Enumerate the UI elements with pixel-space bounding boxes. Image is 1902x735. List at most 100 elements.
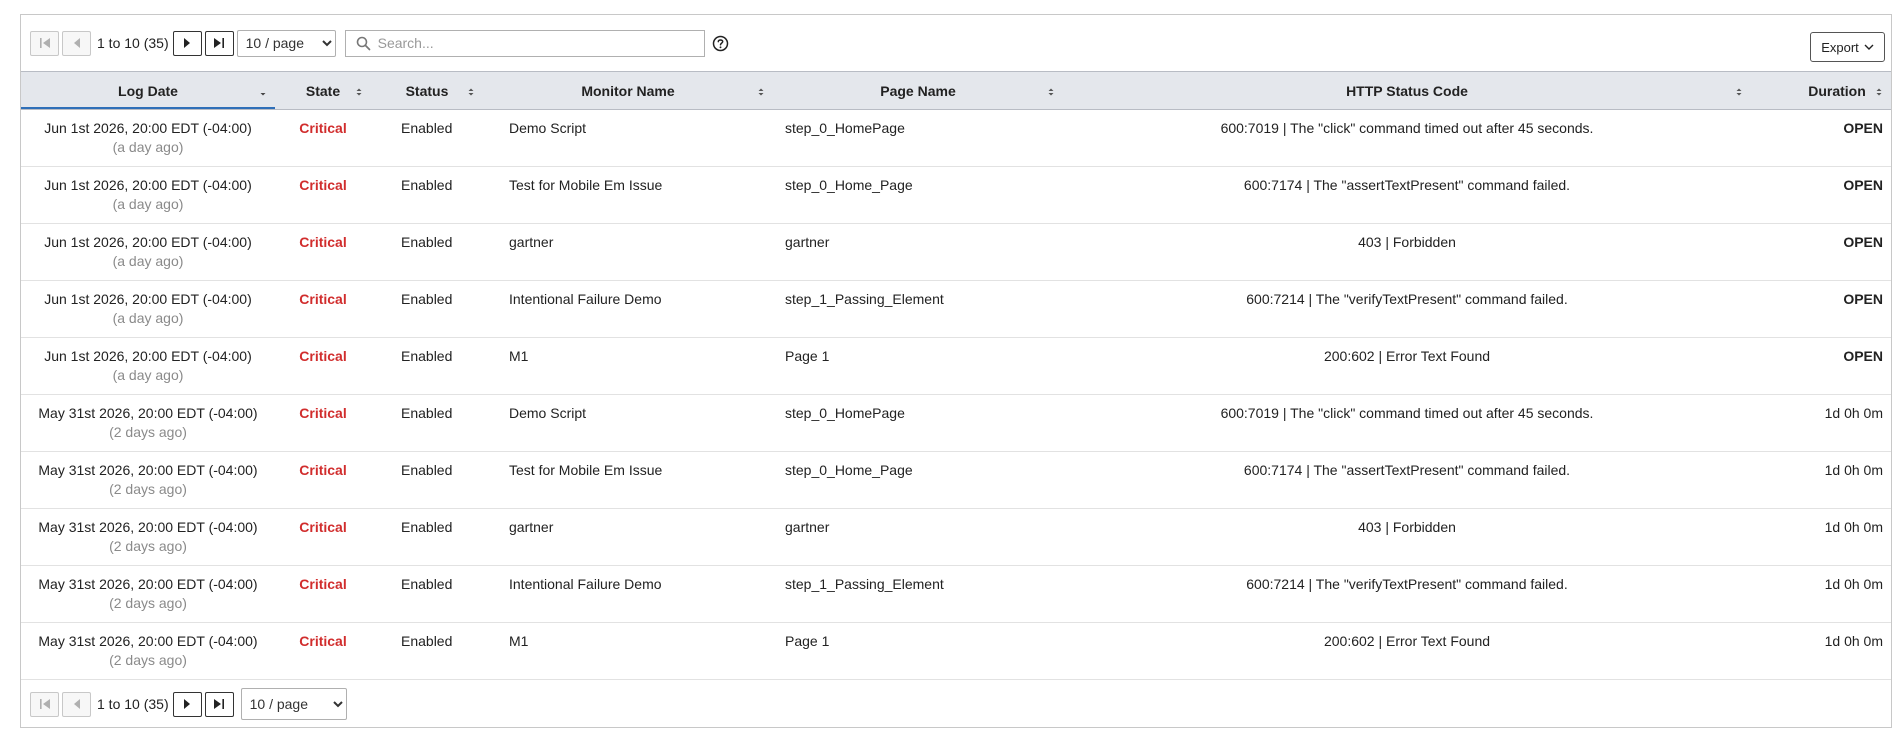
- sort-icon: [468, 88, 474, 96]
- last-page-button[interactable]: [204, 30, 234, 56]
- duration-cell: OPEN: [1843, 291, 1883, 307]
- http-status-cell: 600:7214 | The "verifyTextPresent" comma…: [1246, 576, 1568, 592]
- page-size-select[interactable]: 10 / page: [240, 688, 347, 720]
- page-size-select[interactable]: 10 / page: [236, 29, 336, 57]
- status-cell: Enabled: [401, 633, 453, 649]
- column-header-label: HTTP Status Code: [1346, 82, 1468, 99]
- table-row[interactable]: Jun 1st 2026, 20:00 EDT (-04:00) (a day a…: [21, 338, 1891, 395]
- table-row[interactable]: May 31st 2026, 20:00 EDT (-04:00) (2 days…: [21, 623, 1891, 680]
- monitor-name-cell: Intentional Failure Demo: [509, 576, 662, 592]
- state-cell: Critical: [299, 576, 347, 592]
- first-page-button[interactable]: [30, 30, 59, 56]
- log-date-text: Jun 1st 2026, 20:00 EDT (-04:00): [44, 348, 252, 364]
- bottom-pager: 1 to 10 (35) 10 / page: [21, 681, 1891, 727]
- log-date-text: May 31st 2026, 20:00 EDT (-04:00): [38, 519, 258, 535]
- status-cell: Enabled: [401, 177, 453, 193]
- page-range-text: 1 to 10 (35): [97, 696, 169, 712]
- log-date-cell: May 31st 2026, 20:00 EDT (-04:00) (2 days…: [21, 566, 275, 623]
- relative-time-text: (a day ago): [112, 310, 184, 326]
- table-row[interactable]: Jun 1st 2026, 20:00 EDT (-04:00) (a day a…: [21, 224, 1891, 281]
- sort-icon: [758, 88, 764, 96]
- log-date-cell: May 31st 2026, 20:00 EDT (-04:00) (2 days…: [21, 623, 275, 680]
- monitor-name-cell: Intentional Failure Demo: [509, 291, 662, 307]
- prev-page-button[interactable]: [62, 30, 91, 56]
- log-date-cell: May 31st 2026, 20:00 EDT (-04:00) (2 days…: [21, 452, 275, 509]
- search-input[interactable]: [377, 31, 698, 55]
- http-status-cell: 403 | Forbidden: [1358, 519, 1456, 535]
- sort-icon: [1048, 88, 1054, 96]
- first-page-button[interactable]: [30, 691, 59, 717]
- log-date-text: May 31st 2026, 20:00 EDT (-04:00): [38, 462, 258, 478]
- log-date-text: May 31st 2026, 20:00 EDT (-04:00): [38, 633, 258, 649]
- column-header-label: Page Name: [880, 82, 956, 99]
- relative-time-text: (a day ago): [112, 196, 184, 212]
- prev-page-icon: [73, 699, 80, 709]
- status-cell: Enabled: [401, 234, 453, 250]
- log-date-cell: May 31st 2026, 20:00 EDT (-04:00) (2 days…: [21, 395, 275, 452]
- page-name-cell: gartner: [785, 519, 830, 535]
- sort-desc-icon: [260, 93, 266, 96]
- http-status-cell: 600:7174 | The "assertTextPresent" comma…: [1243, 462, 1571, 478]
- next-page-icon: [184, 699, 191, 709]
- table-row[interactable]: May 31st 2026, 20:00 EDT (-04:00) (2 days…: [21, 452, 1891, 509]
- alert-log-table: Log Date State Status Monitor Name Page …: [21, 71, 1891, 680]
- monitor-name-cell: gartner: [509, 519, 554, 535]
- state-cell: Critical: [299, 234, 347, 250]
- column-header-page-name[interactable]: Page Name: [773, 71, 1063, 110]
- last-page-button[interactable]: [204, 691, 234, 717]
- column-header-label: State: [305, 82, 341, 99]
- prev-page-button[interactable]: [62, 691, 91, 717]
- table-body: Jun 1st 2026, 20:00 EDT (-04:00) (a day a…: [21, 110, 1891, 680]
- monitor-name-cell: Demo Script: [509, 405, 587, 421]
- column-header-monitor-name[interactable]: Monitor Name: [483, 71, 773, 110]
- state-cell: Critical: [299, 462, 347, 478]
- export-label: Export: [1821, 39, 1859, 55]
- export-button[interactable]: Export: [1810, 32, 1885, 62]
- duration-cell: OPEN: [1843, 177, 1883, 193]
- duration-cell: 1d 0h 0m: [1824, 405, 1883, 421]
- table-row[interactable]: May 31st 2026, 20:00 EDT (-04:00) (2 days…: [21, 509, 1891, 566]
- table-row[interactable]: Jun 1st 2026, 20:00 EDT (-04:00) (a day a…: [21, 281, 1891, 338]
- page-name-cell: Page 1: [785, 348, 830, 364]
- help-icon[interactable]: [712, 35, 729, 52]
- log-date-text: Jun 1st 2026, 20:00 EDT (-04:00): [44, 120, 252, 136]
- table-row[interactable]: Jun 1st 2026, 20:00 EDT (-04:00) (a day a…: [21, 110, 1891, 167]
- relative-time-text: (a day ago): [112, 367, 184, 383]
- column-header-label: Status: [405, 82, 449, 99]
- search-icon: [356, 36, 370, 50]
- state-cell: Critical: [299, 120, 347, 136]
- column-header-label: Duration: [1808, 82, 1866, 99]
- table-row[interactable]: Jun 1st 2026, 20:00 EDT (-04:00) (a day a…: [21, 167, 1891, 224]
- page-name-cell: gartner: [785, 234, 830, 250]
- sort-icon: [1876, 88, 1882, 96]
- table-row[interactable]: May 31st 2026, 20:00 EDT (-04:00) (2 days…: [21, 395, 1891, 452]
- page-name-cell: step_0_HomePage: [785, 405, 905, 421]
- top-toolbar: 1 to 10 (35) 10 / page Export: [21, 15, 1891, 71]
- state-cell: Critical: [299, 291, 347, 307]
- http-status-cell: 200:602 | Error Text Found: [1323, 633, 1491, 649]
- column-header-state[interactable]: State: [275, 71, 371, 110]
- http-status-cell: 200:602 | Error Text Found: [1323, 348, 1491, 364]
- status-cell: Enabled: [401, 348, 453, 364]
- table-header-row: Log Date State Status Monitor Name Page …: [21, 71, 1891, 110]
- page-name-cell: step_0_HomePage: [785, 120, 905, 136]
- page-name-cell: step_0_Home_Page: [785, 177, 913, 193]
- column-header-status[interactable]: Status: [371, 71, 483, 110]
- log-date-cell: Jun 1st 2026, 20:00 EDT (-04:00) (a day a…: [21, 281, 275, 338]
- log-date-cell: Jun 1st 2026, 20:00 EDT (-04:00) (a day a…: [21, 224, 275, 281]
- relative-time-text: (2 days ago): [109, 595, 187, 611]
- duration-cell: 1d 0h 0m: [1824, 462, 1883, 478]
- last-page-icon: [214, 699, 225, 709]
- next-page-button[interactable]: [172, 30, 202, 56]
- next-page-button[interactable]: [172, 691, 202, 717]
- column-header-log-date[interactable]: Log Date: [21, 71, 275, 110]
- state-cell: Critical: [299, 348, 347, 364]
- column-header-duration[interactable]: Duration: [1751, 71, 1891, 110]
- http-status-cell: 600:7019 | The "click" command timed out…: [1220, 120, 1594, 136]
- state-cell: Critical: [299, 519, 347, 535]
- duration-cell: OPEN: [1843, 120, 1883, 136]
- column-header-http-status-code[interactable]: HTTP Status Code: [1063, 71, 1751, 110]
- table-row[interactable]: May 31st 2026, 20:00 EDT (-04:00) (2 days…: [21, 566, 1891, 623]
- duration-cell: 1d 0h 0m: [1824, 633, 1883, 649]
- last-page-icon: [214, 38, 225, 48]
